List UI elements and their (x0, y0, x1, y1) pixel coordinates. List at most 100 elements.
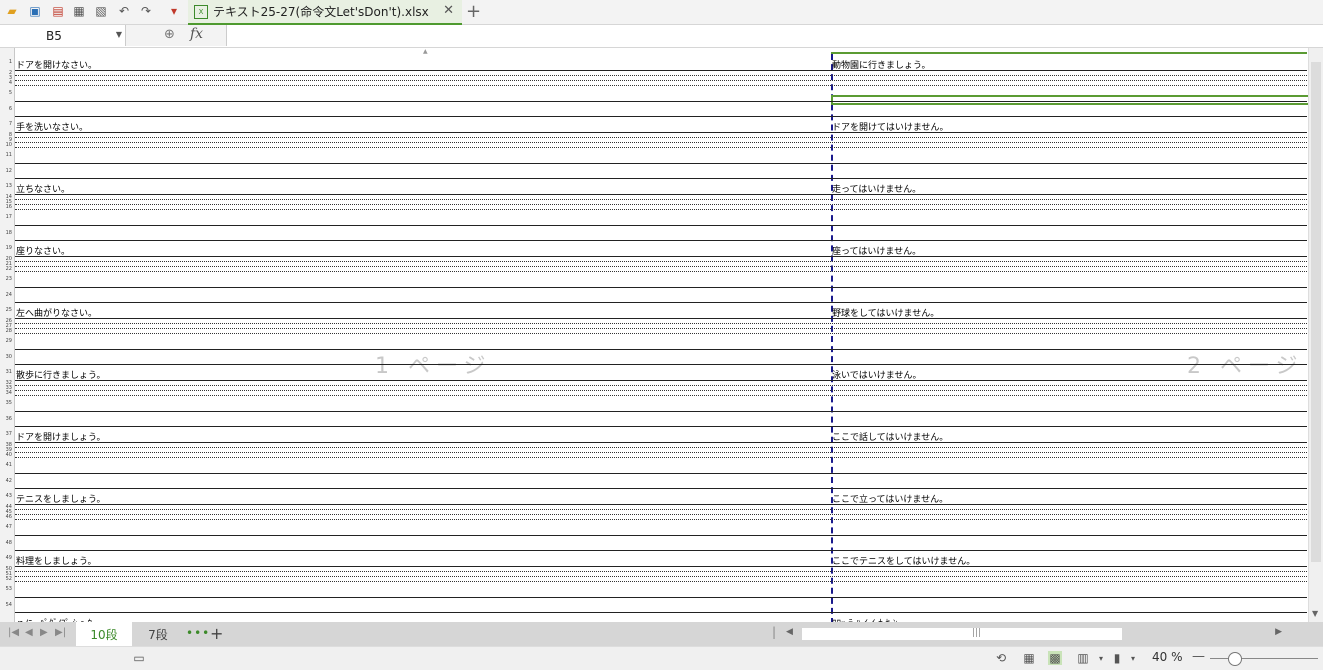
row-number[interactable]: 5 (0, 90, 12, 96)
sheet-tab-7dan[interactable]: 7段 (140, 622, 176, 646)
row-number[interactable]: 25 (0, 307, 12, 313)
cell-column-b[interactable]: ここで立ってはいけません。 (832, 492, 948, 505)
spreadsheet-grid[interactable]: 1 2 3 4 5 6 7 8 9 10 11 12 13 14 15 16 17 18 19 20 21 22 23 24 2… (0, 48, 1323, 622)
cell-column-a[interactable]: 料理をしましょう。 (16, 554, 96, 567)
document-tab[interactable]: X テキスト25-27(命令文Let'sDon't).xlsx ✕ (188, 0, 462, 25)
cell-column-a[interactable]: 手を洗いなさい。 (16, 120, 88, 133)
cell-column-b[interactable]: 走ってはいけません。 (832, 182, 921, 195)
vertical-scrollbar[interactable]: ▼ (1308, 48, 1323, 622)
next-sheet-icon[interactable]: ▶ (40, 627, 48, 638)
cell-column-b[interactable]: 野球をしてはいけません。 (832, 306, 939, 319)
row-number[interactable]: 10 (0, 142, 12, 148)
row-number[interactable]: 52 (0, 576, 12, 582)
row-number[interactable]: 6 (0, 106, 12, 112)
cell-column-b[interactable]: ドアを開けてはいけません。 (832, 120, 949, 133)
row-number[interactable]: 11 (0, 152, 12, 158)
row-number[interactable]: 36 (0, 416, 12, 422)
row-number[interactable]: 54 (0, 602, 12, 608)
scroll-right-icon[interactable]: ▶ (1275, 627, 1282, 637)
row-number[interactable]: 35 (0, 400, 12, 406)
sheet-tab-10dan[interactable]: 10段 (76, 622, 132, 646)
macro-record-icon[interactable]: ▭ (132, 651, 146, 665)
add-sheet-button[interactable]: + (210, 624, 223, 643)
print-icon[interactable]: ▦ (71, 3, 87, 19)
row-number[interactable]: 7 (0, 121, 12, 127)
row-number[interactable]: 12 (0, 168, 12, 174)
horizontal-scrollbar[interactable]: ◀ ||| ▶ (786, 627, 1296, 641)
export-pdf-icon[interactable]: ▤ (50, 3, 66, 19)
zoom-slider[interactable] (1210, 658, 1318, 659)
row-number[interactable]: 23 (0, 276, 12, 282)
row-number[interactable]: 41 (0, 462, 12, 468)
cell-column-a[interactable]: 左へ曲がりなさい。 (16, 306, 97, 319)
close-tab-icon[interactable]: ✕ (443, 3, 454, 18)
horizontal-scroll-thumb[interactable]: ||| (802, 628, 1122, 640)
row-number[interactable]: 24 (0, 292, 12, 298)
open-folder-icon[interactable]: ▰ (4, 3, 20, 19)
vertical-scroll-thumb[interactable] (1311, 62, 1321, 562)
row-number[interactable]: 17 (0, 214, 12, 220)
cell-column-b[interactable]: 座ってはいけません。 (832, 244, 921, 257)
cell-column-b[interactable]: ここで話してはいけません。 (832, 430, 948, 443)
more-sheets-icon[interactable]: ••• (186, 626, 210, 640)
row-gridline (15, 261, 1307, 262)
cell-column-a[interactable]: テニスをしましょう。 (16, 492, 105, 505)
new-tab-button[interactable]: + (466, 1, 481, 22)
row-number[interactable]: 48 (0, 540, 12, 546)
row-number[interactable]: 31 (0, 369, 12, 375)
row-gridline (15, 70, 1307, 71)
row-number[interactable]: 13 (0, 183, 12, 189)
print-preview-icon[interactable]: ▧ (93, 3, 109, 19)
row-number[interactable]: 47 (0, 524, 12, 530)
redo-icon[interactable]: ↷ (138, 3, 154, 19)
zoom-out-icon[interactable]: — (1192, 649, 1205, 664)
chevron-down-icon[interactable]: ▼ (116, 30, 122, 39)
row-number[interactable]: 37 (0, 431, 12, 437)
cell-column-a[interactable]: 散歩に行きましょう。 (16, 368, 105, 381)
cell-column-a[interactable]: ドアを開けなさい。 (16, 58, 97, 71)
reading-dropdown-icon[interactable]: ▾ (1126, 651, 1140, 665)
row-gridline (15, 535, 1307, 536)
cell-column-a[interactable]: ドアを開けましょう。 (16, 430, 105, 443)
reading-mode-icon[interactable]: ▮ (1110, 651, 1124, 665)
row-number[interactable]: 29 (0, 338, 12, 344)
page-break-view-icon[interactable]: ▩ (1048, 651, 1062, 665)
row-number[interactable]: 30 (0, 354, 12, 360)
row-number[interactable]: 53 (0, 586, 12, 592)
row-number[interactable]: 18 (0, 230, 12, 236)
row-number[interactable]: 43 (0, 493, 12, 499)
row-number[interactable]: 28 (0, 328, 12, 334)
normal-view-icon[interactable]: ▦ (1022, 651, 1036, 665)
row-number[interactable]: 22 (0, 266, 12, 272)
row-number[interactable]: 49 (0, 555, 12, 561)
scroll-left-icon[interactable]: ◀ (786, 627, 793, 637)
undo-icon[interactable]: ↶ (116, 3, 132, 19)
save-icon[interactable]: ▣ (27, 3, 43, 19)
row-number[interactable]: 34 (0, 390, 12, 396)
first-sheet-icon[interactable]: |◀ (8, 627, 19, 638)
cell-column-b[interactable]: ここでテニスをしてはいけません。 (832, 554, 975, 567)
row-number[interactable]: 1 (0, 59, 12, 65)
row-number[interactable]: 4 (0, 80, 12, 86)
last-sheet-icon[interactable]: ▶| (55, 627, 66, 638)
layout-view-icon[interactable]: ▥ (1076, 651, 1090, 665)
history-icon[interactable]: ⟲ (994, 651, 1008, 665)
zoom-slider-knob[interactable] (1228, 652, 1242, 666)
row-number[interactable]: 46 (0, 514, 12, 520)
row-number[interactable]: 16 (0, 204, 12, 210)
row-number[interactable]: 42 (0, 478, 12, 484)
scroll-down-icon[interactable]: ▼ (1312, 609, 1318, 618)
cell-column-b[interactable]: 泳いではいけません。 (832, 368, 921, 381)
cell-column-b[interactable]: 動物園に行きましょう。 (832, 58, 930, 71)
insert-function-icon[interactable]: fx (190, 26, 203, 42)
cell-column-a[interactable]: 座りなさい。 (16, 244, 70, 257)
layout-dropdown-icon[interactable]: ▾ (1094, 651, 1108, 665)
quick-access-dropdown-icon[interactable]: ▾ (166, 3, 182, 19)
cell-column-a[interactable]: 立ちなさい。 (16, 182, 70, 195)
sheet-area[interactable]: 1 ページ 2 ページ ドアを開けなさい。 動物園に行きましょう。 手を洗いなさい。… (15, 54, 1311, 622)
prev-sheet-icon[interactable]: ◀ (25, 627, 33, 638)
name-box[interactable]: B5 ▼ (0, 25, 126, 46)
row-number[interactable]: 19 (0, 245, 12, 251)
zoom-formula-icon[interactable]: ⊕ (164, 27, 175, 42)
row-number[interactable]: 40 (0, 452, 12, 458)
